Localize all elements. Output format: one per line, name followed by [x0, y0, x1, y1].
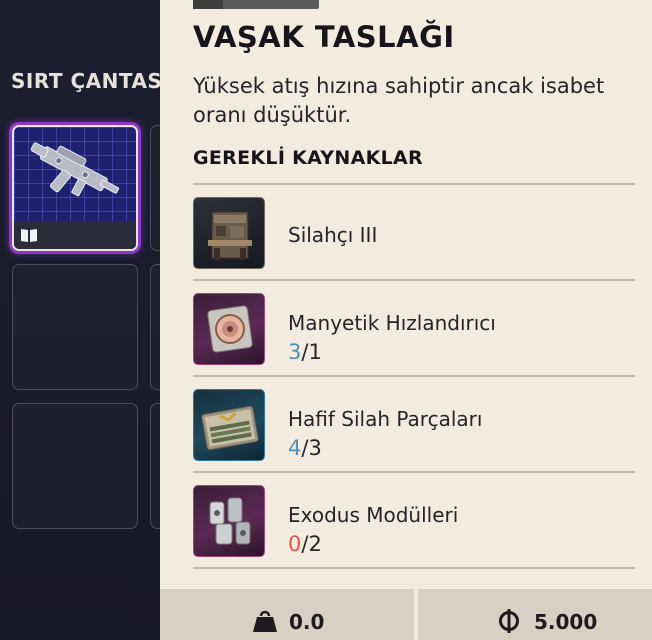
price-stat: 5.000 — [418, 589, 652, 640]
requirement-row[interactable]: Manyetik Hızlandırıcı 3/1 — [193, 281, 635, 375]
weight-icon — [253, 610, 277, 632]
book-icon — [21, 229, 37, 242]
requirement-quantity: 4/3 — [288, 436, 322, 460]
item-title: VAŞAK TASLAĞI — [193, 20, 455, 54]
inventory-slot[interactable] — [150, 403, 160, 529]
inventory-panel: SIRT ÇANTASI — [0, 0, 160, 640]
requirement-name: Manyetik Hızlandırıcı — [288, 311, 496, 335]
requirement-name: Hafif Silah Parçaları — [288, 407, 483, 431]
weapon-parts-case-icon — [193, 389, 265, 461]
inventory-slot[interactable] — [150, 125, 160, 251]
requirement-row[interactable]: Silahçı III — [193, 185, 635, 279]
quantity-needed: /1 — [301, 340, 322, 364]
item-detail-panel: VAŞAK TASLAĞI Yüksek atış hızına sahipti… — [160, 0, 652, 640]
currency-icon — [499, 609, 519, 633]
inventory-slot[interactable] — [12, 264, 138, 390]
requirement-name: Silahçı III — [288, 223, 378, 247]
magnetic-accelerator-icon — [193, 293, 265, 365]
workbench-icon — [193, 197, 265, 269]
item-stats-bar: 0.0 5.000 — [160, 589, 652, 640]
inventory-slot-selected[interactable] — [12, 125, 138, 251]
blueprint-smg-icon — [30, 142, 120, 197]
weight-value: 0.0 — [289, 610, 325, 634]
requirements-title: GEREKLİ KAYNAKLAR — [193, 147, 423, 169]
inventory-slot[interactable] — [150, 264, 160, 390]
item-description: Yüksek atış hızına sahiptir ancak isabet… — [193, 74, 605, 127]
quantity-needed: /3 — [301, 436, 322, 460]
exodus-modules-icon — [193, 485, 265, 557]
divider — [193, 567, 635, 569]
quantity-owned: 4 — [288, 436, 302, 460]
backpack-title: SIRT ÇANTASI — [11, 69, 160, 93]
requirement-name: Exodus Modülleri — [288, 503, 459, 527]
requirement-row[interactable]: Hafif Silah Parçaları 4/3 — [193, 377, 635, 471]
requirements-list: Silahçı III Manyetik Hızlandırıcı 3/1 Ha… — [193, 183, 635, 569]
quantity-needed: /2 — [301, 532, 322, 556]
requirement-quantity: 3/1 — [288, 340, 322, 364]
weight-stat: 0.0 — [160, 589, 414, 640]
quantity-owned: 3 — [288, 340, 302, 364]
requirement-row[interactable]: Exodus Modülleri 0/2 — [193, 473, 635, 567]
quantity-owned: 0 — [288, 532, 302, 556]
inventory-slot[interactable] — [12, 403, 138, 529]
category-tab — [193, 0, 319, 9]
price-value: 5.000 — [534, 610, 598, 634]
requirement-quantity: 0/2 — [288, 532, 322, 556]
